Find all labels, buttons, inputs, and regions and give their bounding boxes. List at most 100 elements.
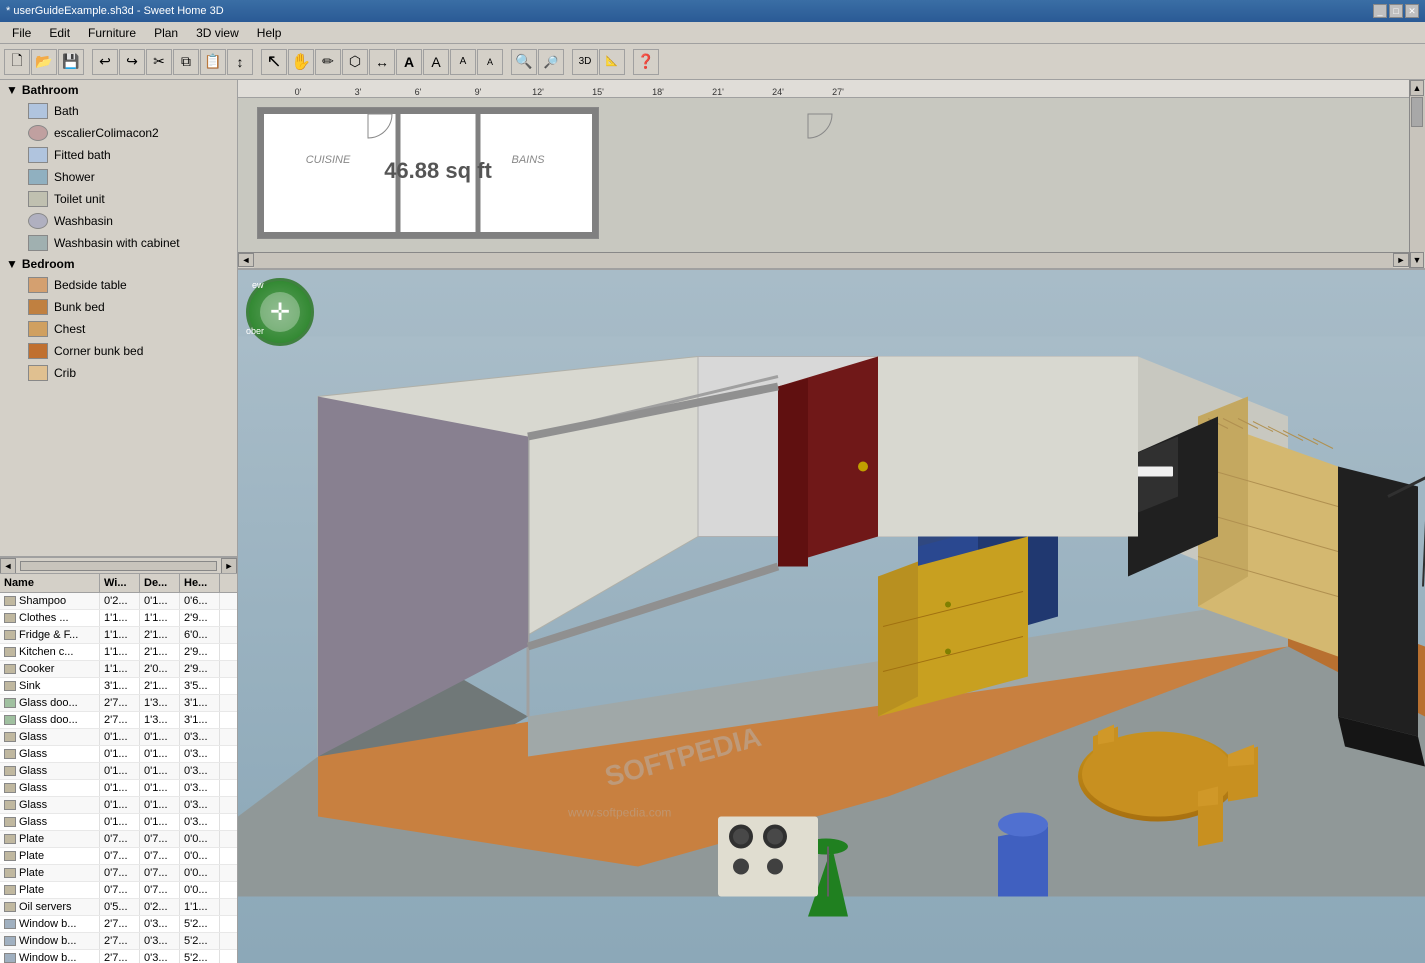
scroll-down-button[interactable]: ▼ — [1410, 252, 1424, 268]
new-button[interactable]: 🗋 — [4, 49, 30, 75]
plan-hscrollbar[interactable]: ◄ ► — [238, 252, 1409, 268]
tree-item-corner-bunk[interactable]: Corner bunk bed — [0, 340, 237, 362]
draw-button[interactable]: ✏ — [315, 49, 341, 75]
table-row[interactable]: Shampoo 0'2... 0'1... 0'6... — [0, 593, 237, 610]
save-button[interactable]: 💾 — [58, 49, 84, 75]
dimension-button[interactable]: ↔ — [369, 49, 395, 75]
svg-text:www.softpedia.com: www.softpedia.com — [567, 806, 671, 820]
flip-button[interactable]: ↕ — [227, 49, 253, 75]
table-row[interactable]: Glass doo... 2'7... 1'3... 3'1... — [0, 695, 237, 712]
tree-scroll-bar[interactable]: ◄ ► — [0, 557, 237, 573]
text4-button[interactable]: A — [477, 49, 503, 75]
tree-item-washbasin[interactable]: Washbasin — [0, 210, 237, 232]
table-row[interactable]: Glass 0'1... 0'1... 0'3... — [0, 797, 237, 814]
tree-item-bunkbed[interactable]: Bunk bed — [0, 296, 237, 318]
furniture-table[interactable]: Name Wi... De... He... Shampoo 0'2... 0'… — [0, 573, 237, 963]
cell-height: 2'9... — [180, 644, 220, 660]
maximize-button[interactable]: □ — [1389, 4, 1403, 18]
category-bedroom[interactable]: ▼ Bedroom — [0, 254, 237, 274]
category-bathroom[interactable]: ▼ Bathroom — [0, 80, 237, 100]
nav-compass[interactable]: ✛ — [246, 278, 314, 346]
scroll-right-button[interactable]: ► — [221, 558, 237, 574]
table-row[interactable]: Oil servers 0'5... 0'2... 1'1... — [0, 899, 237, 916]
chest-icon — [28, 321, 48, 337]
table-row[interactable]: Glass 0'1... 0'1... 0'3... — [0, 729, 237, 746]
table-row[interactable]: Fridge & F... 1'1... 2'1... 6'0... — [0, 627, 237, 644]
table-row[interactable]: Plate 0'7... 0'7... 0'0... — [0, 865, 237, 882]
3d-button[interactable]: 3D — [572, 49, 598, 75]
scroll-up-button[interactable]: ▲ — [1410, 80, 1424, 96]
table-row[interactable]: Window b... 2'7... 0'3... 5'2... — [0, 933, 237, 950]
table-row[interactable]: Plate 0'7... 0'7... 0'0... — [0, 848, 237, 865]
cell-width: 2'7... — [100, 916, 140, 932]
copy-button[interactable]: ⧉ — [173, 49, 199, 75]
close-button[interactable]: ✕ — [1405, 4, 1419, 18]
plan-button[interactable]: 📐 — [599, 49, 625, 75]
redo-button[interactable]: ↪ — [119, 49, 145, 75]
zoom-out-button[interactable]: 🔎 — [538, 49, 564, 75]
table-row[interactable]: Glass doo... 2'7... 1'3... 3'1... — [0, 712, 237, 729]
main-layout: ▼ Bathroom Bath escalierColimacon2 Fitte… — [0, 80, 1425, 963]
table-row[interactable]: Window b... 2'7... 0'3... 5'2... — [0, 950, 237, 963]
menu-3dview[interactable]: 3D view — [188, 24, 247, 42]
tree-item-toilet[interactable]: Toilet unit — [0, 188, 237, 210]
row-icon — [4, 783, 16, 793]
scroll-right-button[interactable]: ► — [1393, 253, 1409, 267]
item-label: Toilet unit — [54, 192, 105, 206]
plan-canvas[interactable]: CUISINE BAINS 46.88 sq ft — [238, 98, 1409, 252]
table-row[interactable]: Glass 0'1... 0'1... 0'3... — [0, 763, 237, 780]
view-3d[interactable]: ✛ ew ober — [238, 270, 1425, 963]
pan-button[interactable]: ✋ — [288, 49, 314, 75]
table-row[interactable]: Glass 0'1... 0'1... 0'3... — [0, 746, 237, 763]
table-row[interactable]: Clothes ... 1'1... 1'1... 2'9... — [0, 610, 237, 627]
table-row[interactable]: Kitchen c... 1'1... 2'1... 2'9... — [0, 644, 237, 661]
tree-item-chest[interactable]: Chest — [0, 318, 237, 340]
menu-help[interactable]: Help — [249, 24, 290, 42]
cell-depth: 0'7... — [140, 831, 180, 847]
text3-button[interactable]: A — [450, 49, 476, 75]
room-button[interactable]: ⬡ — [342, 49, 368, 75]
scroll-left-button[interactable]: ◄ — [0, 558, 16, 574]
help-button[interactable]: ❓ — [633, 49, 659, 75]
select-button[interactable]: ↖ — [261, 49, 287, 75]
tree-item-shower[interactable]: Shower — [0, 166, 237, 188]
menu-furniture[interactable]: Furniture — [80, 24, 144, 42]
floor-plan[interactable]: 0' 3' 6' 9' 12' 15' 18' 21' 24' 27' — [238, 80, 1425, 270]
menu-file[interactable]: File — [4, 24, 39, 42]
table-row[interactable]: Window b... 2'7... 0'3... 5'2... — [0, 916, 237, 933]
ruler-0: 0' — [268, 87, 328, 97]
zoom-in-button[interactable]: 🔍 — [511, 49, 537, 75]
undo-button[interactable]: ↩ — [92, 49, 118, 75]
tree-item-bath[interactable]: Bath — [0, 100, 237, 122]
cell-width: 2'7... — [100, 950, 140, 963]
text2-button[interactable]: A — [423, 49, 449, 75]
scroll-left-button[interactable]: ◄ — [238, 253, 254, 267]
table-row[interactable]: Glass 0'1... 0'1... 0'3... — [0, 780, 237, 797]
tree-item-fitted-bath[interactable]: Fitted bath — [0, 144, 237, 166]
fitted-bath-icon — [28, 147, 48, 163]
ruler-15: 15' — [568, 87, 628, 97]
table-row[interactable]: Plate 0'7... 0'7... 0'0... — [0, 882, 237, 899]
table-row[interactable]: Sink 3'1... 2'1... 3'5... — [0, 678, 237, 695]
open-button[interactable]: 📂 — [31, 49, 57, 75]
item-label: Fitted bath — [54, 148, 111, 162]
item-label: Bunk bed — [54, 300, 105, 314]
paste-button[interactable]: 📋 — [200, 49, 226, 75]
tree-item-bedside[interactable]: Bedside table — [0, 274, 237, 296]
tree-item-escalier[interactable]: escalierColimacon2 — [0, 122, 237, 144]
furniture-tree[interactable]: ▼ Bathroom Bath escalierColimacon2 Fitte… — [0, 80, 237, 557]
text-button[interactable]: A — [396, 49, 422, 75]
plan-vscrollbar[interactable]: ▲ ▼ — [1409, 80, 1425, 268]
cell-name: Glass — [0, 797, 100, 813]
menu-plan[interactable]: Plan — [146, 24, 186, 42]
minimize-button[interactable]: _ — [1373, 4, 1387, 18]
table-row[interactable]: Glass 0'1... 0'1... 0'3... — [0, 814, 237, 831]
cell-name: Shampoo — [0, 593, 100, 609]
menu-edit[interactable]: Edit — [41, 24, 78, 42]
tree-item-washbasin-cabinet[interactable]: Washbasin with cabinet — [0, 232, 237, 254]
tree-item-crib[interactable]: Crib — [0, 362, 237, 384]
table-row[interactable]: Plate 0'7... 0'7... 0'0... — [0, 831, 237, 848]
table-row[interactable]: Cooker 1'1... 2'0... 2'9... — [0, 661, 237, 678]
cut-button[interactable]: ✂ — [146, 49, 172, 75]
row-icon — [4, 664, 16, 674]
